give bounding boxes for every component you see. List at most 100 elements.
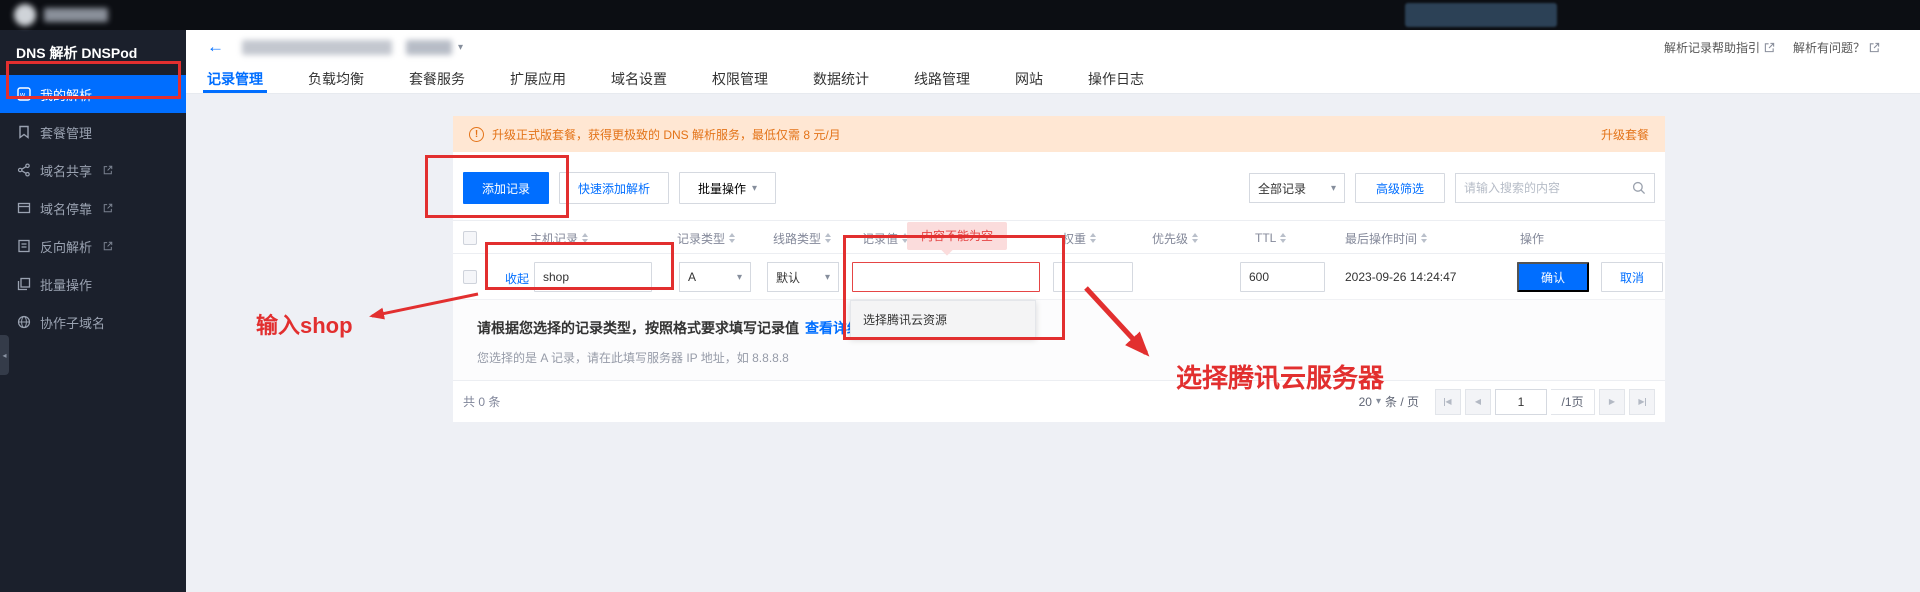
quick-add-button[interactable]: 快速添加解析: [559, 172, 669, 204]
column-line: 线路类型: [773, 221, 831, 255]
sort-icon[interactable]: [1192, 233, 1198, 243]
column-label: 权重: [1062, 230, 1086, 247]
batch-operation-button[interactable]: 批量操作 ▾: [679, 172, 776, 204]
external-link-icon: [103, 203, 113, 213]
tab-record-management[interactable]: 记录管理: [207, 64, 263, 93]
tab-domain-settings[interactable]: 域名设置: [611, 64, 667, 93]
external-link-icon: [103, 241, 113, 251]
sidebar-item-domain-share[interactable]: 域名共享: [0, 151, 186, 189]
page-number-input[interactable]: [1495, 389, 1547, 415]
weight-input[interactable]: [1053, 262, 1133, 292]
tab-extension-app[interactable]: 扩展应用: [510, 64, 566, 93]
sidebar-item-reverse-resolution[interactable]: 反向解析: [0, 227, 186, 265]
host-record-input[interactable]: [534, 262, 652, 292]
record-edit-row: 收起 A ▾ 默认 ▾ 2023-09-26 14:24:47 确认 取消: [453, 254, 1665, 300]
toolbar: 添加记录 快速添加解析 批量操作 ▾ 全部记录 ▾ 高级筛选: [463, 172, 1655, 204]
help-guide-label: 解析记录帮助指引: [1664, 39, 1760, 56]
sort-icon[interactable]: [1280, 233, 1286, 243]
sidebar-item-label: 域名共享: [40, 161, 92, 180]
help-question-link[interactable]: 解析有问题？: [1793, 39, 1880, 56]
banner-text: 升级正式版套餐，获得更极致的 DNS 解析服务，最低仅需 8 元/月: [492, 126, 841, 143]
column-weight: 权重: [1062, 221, 1096, 255]
tab-statistics[interactable]: 数据统计: [813, 64, 869, 93]
cancel-button[interactable]: 取消: [1601, 262, 1663, 292]
sidebar-item-collab-subdomain[interactable]: 协作子域名: [0, 303, 186, 341]
redacted-domain-name: [242, 40, 392, 55]
reverse-resolution-icon: [17, 239, 31, 253]
column-updated: 最后操作时间: [1345, 221, 1427, 255]
tab-website[interactable]: 网站: [1015, 64, 1043, 93]
external-link-icon: [1764, 42, 1775, 53]
tab-bar: 记录管理 负载均衡 套餐服务 扩展应用 域名设置 权限管理 数据统计 线路管理 …: [186, 64, 1920, 94]
page-size-unit: 条 / 页: [1385, 393, 1419, 410]
tab-operation-log[interactable]: 操作日志: [1088, 64, 1144, 93]
column-ttl: TTL: [1255, 221, 1286, 255]
last-page-button[interactable]: ▶: [1629, 389, 1655, 415]
package-icon: [17, 125, 31, 139]
resolution-icon: w.: [17, 87, 31, 101]
sidebar-item-domain-parking[interactable]: 域名停靠: [0, 189, 186, 227]
line-type-select[interactable]: 默认 ▾: [767, 262, 839, 292]
tab-load-balancing[interactable]: 负载均衡: [308, 64, 364, 93]
page-total-label: /1页: [1551, 389, 1595, 415]
redacted-topbar-widget: [1405, 3, 1557, 27]
dropdown-item-tencent-resource[interactable]: 选择腾讯云资源: [851, 311, 947, 328]
sidebar-item-label: 套餐管理: [40, 123, 92, 142]
column-label: 记录类型: [677, 230, 725, 247]
main-area: ← ▾ 解析记录帮助指引 解析有问题？ 记录: [186, 30, 1920, 592]
column-label: 线路类型: [773, 230, 821, 247]
sort-icon[interactable]: [729, 233, 735, 243]
sort-icon[interactable]: [582, 233, 588, 243]
sidebar-item-my-resolution[interactable]: w. 我的解析: [0, 75, 186, 113]
collapse-link[interactable]: 收起: [505, 270, 529, 287]
sidebar-item-label: 域名停靠: [40, 199, 92, 218]
record-filter-select[interactable]: 全部记录 ▾: [1249, 173, 1345, 203]
upgrade-plan-link[interactable]: 升级套餐: [1601, 126, 1649, 143]
column-host: 主机记录: [530, 221, 588, 255]
confirm-button[interactable]: 确认: [1517, 262, 1589, 292]
help-question-label: 解析有问题？: [1793, 39, 1865, 56]
prev-page-button[interactable]: ◀: [1465, 389, 1491, 415]
sidebar-item-label: 我的解析: [40, 85, 92, 104]
sidebar-item-label: 协作子域名: [40, 313, 105, 332]
tab-permission[interactable]: 权限管理: [712, 64, 768, 93]
sort-icon[interactable]: [1421, 233, 1427, 243]
sidebar-item-package[interactable]: 套餐管理: [0, 113, 186, 151]
record-value-input[interactable]: [852, 262, 1040, 292]
sidebar-item-batch-operation[interactable]: 批量操作: [0, 265, 186, 303]
sidebar-title: DNS 解析 DNSPod: [0, 30, 186, 75]
ttl-input[interactable]: [1240, 262, 1325, 292]
sidebar-collapse-handle[interactable]: ◂: [0, 335, 9, 375]
column-actions: 操作: [1520, 221, 1544, 255]
next-page-button[interactable]: ▶: [1599, 389, 1625, 415]
record-tips: 请根据您选择的记录类型，按照格式要求填写记录值 查看详细指引 您选择的是 A 记…: [453, 300, 1665, 380]
sort-icon[interactable]: [825, 233, 831, 243]
add-record-button[interactable]: 添加记录: [463, 172, 549, 204]
search-input[interactable]: [1464, 181, 1632, 195]
select-all-checkbox[interactable]: [463, 231, 477, 245]
back-arrow-icon[interactable]: ←: [207, 37, 224, 57]
share-icon: [17, 163, 31, 177]
sidebar-item-label: 反向解析: [40, 237, 92, 256]
column-label: 优先级: [1152, 230, 1188, 247]
tab-plan-service[interactable]: 套餐服务: [409, 64, 465, 93]
total-count: 共 0 条: [463, 393, 500, 410]
svg-text:w.: w.: [19, 92, 27, 99]
domain-dropdown-caret-icon[interactable]: ▾: [458, 42, 463, 53]
record-type-select[interactable]: A ▾: [679, 262, 751, 292]
tip-detail: 您选择的是 A 记录，请在此填写服务器 IP 地址，如 8.8.8.8: [477, 349, 1665, 366]
external-link-icon: [1869, 42, 1880, 53]
row-checkbox[interactable]: [463, 270, 477, 284]
help-guide-link[interactable]: 解析记录帮助指引: [1664, 39, 1775, 56]
search-box: [1455, 173, 1655, 203]
advanced-filter-button[interactable]: 高级筛选: [1355, 173, 1445, 203]
page-size-select[interactable]: 20 ▾ 条 / 页: [1359, 393, 1419, 410]
warning-icon: !: [469, 127, 484, 142]
table-footer: 共 0 条 20 ▾ 条 / 页 ◀ ◀ /1页 ▶ ▶: [453, 380, 1665, 422]
sort-icon[interactable]: [1090, 233, 1096, 243]
search-icon[interactable]: [1632, 181, 1646, 195]
first-page-button[interactable]: ◀: [1435, 389, 1461, 415]
parking-icon: [17, 201, 31, 215]
tab-line-management[interactable]: 线路管理: [914, 64, 970, 93]
column-priority: 优先级: [1152, 221, 1198, 255]
